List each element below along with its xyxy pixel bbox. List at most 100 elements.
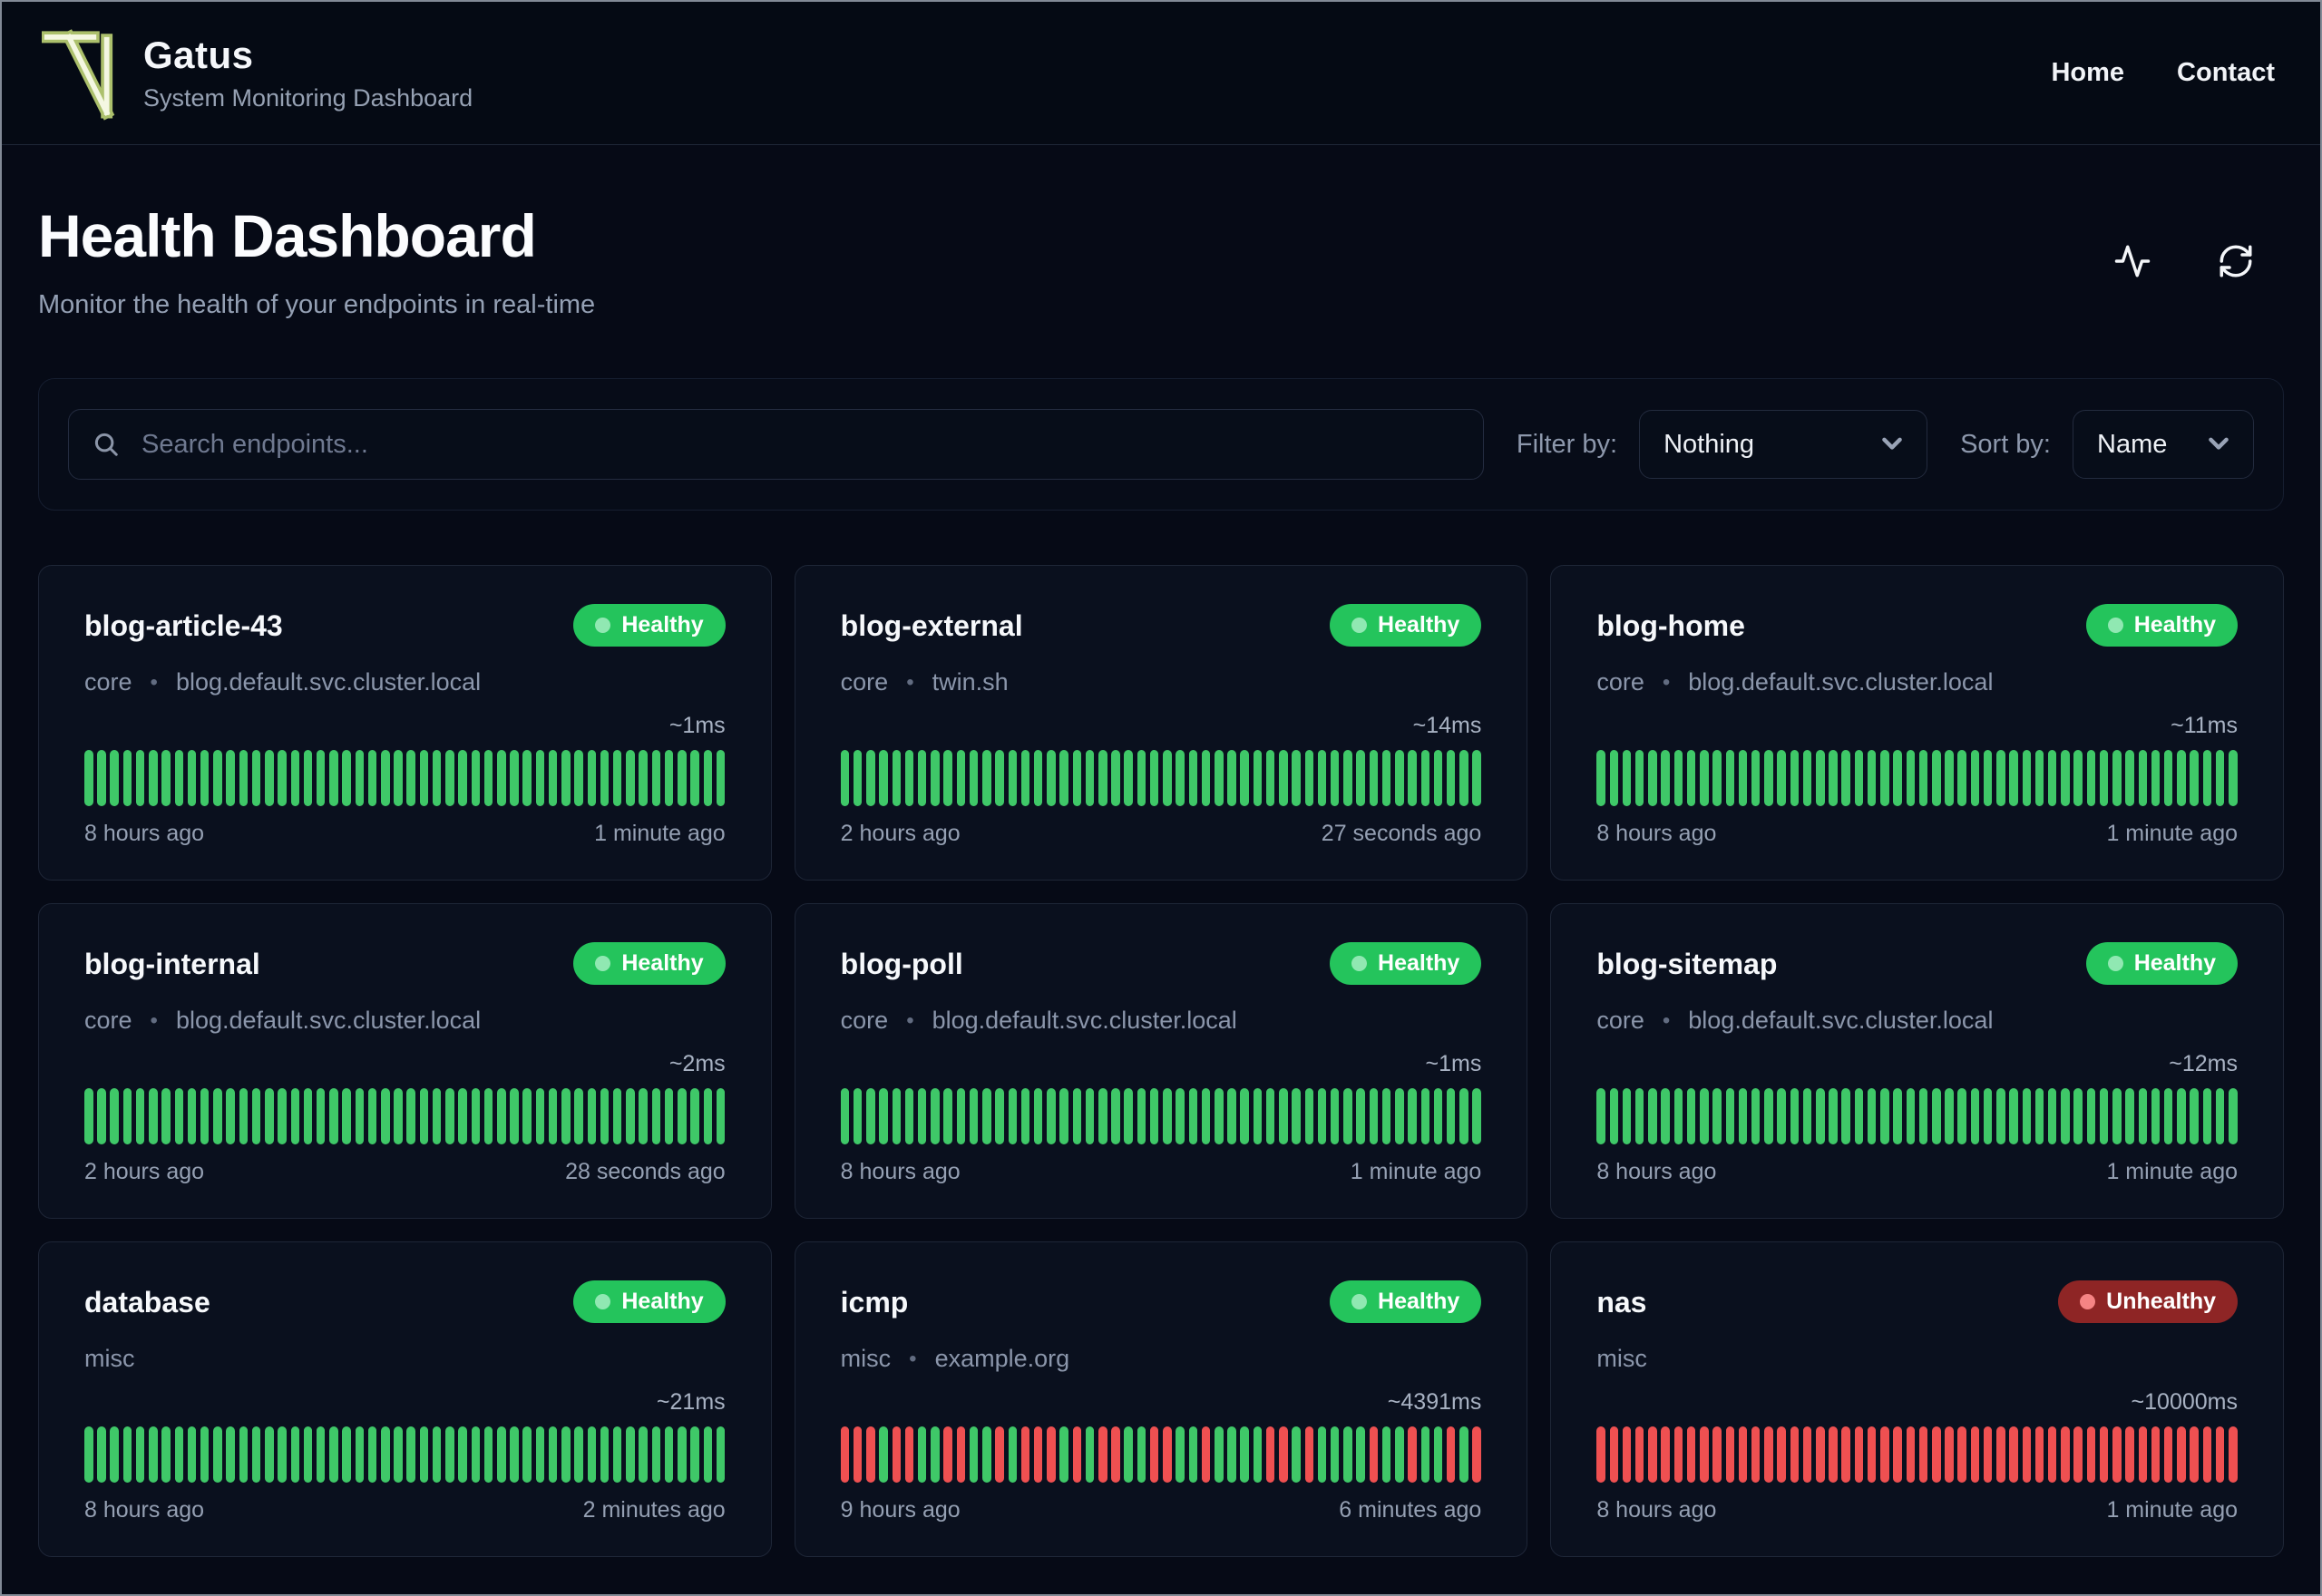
search-input[interactable] — [140, 428, 1459, 461]
uptime-bars[interactable] — [84, 1426, 726, 1483]
endpoint-card[interactable]: blog-poll Healthy core • blog.default.sv… — [794, 903, 1528, 1219]
uptime-bar-up — [1433, 1426, 1443, 1483]
uptime-bar-up — [394, 1426, 403, 1483]
uptime-bar-up — [2086, 750, 2096, 806]
uptime-bars[interactable] — [84, 750, 726, 806]
uptime-bar-up — [445, 1426, 454, 1483]
uptime-bar-up — [1841, 750, 1850, 806]
uptime-bar-up — [1829, 750, 1838, 806]
endpoint-name: blog-poll — [840, 948, 963, 980]
uptime-bars[interactable] — [1596, 750, 2238, 806]
newest-timestamp: 27 seconds ago — [1321, 821, 1482, 846]
app-window: Gatus System Monitoring Dashboard Home C… — [0, 0, 2322, 1596]
uptime-bar-up — [1292, 750, 1301, 806]
uptime-bar-up — [612, 1426, 622, 1483]
uptime-bars[interactable] — [840, 1426, 1482, 1483]
uptime-bar-up — [1098, 1088, 1107, 1144]
uptime-bar-up — [931, 750, 940, 806]
endpoint-card[interactable]: blog-article-43 Healthy core • blog.defa… — [38, 565, 772, 881]
uptime-bar-up — [174, 1088, 184, 1144]
uptime-bar-up — [1802, 1088, 1812, 1144]
uptime-bar-up — [1176, 1088, 1185, 1144]
uptime-bar-up — [587, 750, 597, 806]
uptime-bar-up — [161, 750, 171, 806]
endpoint-card[interactable]: database Healthy misc ~21ms 8 hours ago … — [38, 1241, 772, 1557]
uptime-bar-up — [853, 750, 863, 806]
uptime-bar-up — [278, 1426, 287, 1483]
endpoint-latency: ~2ms — [668, 1051, 726, 1076]
uptime-bar-up — [1188, 1426, 1198, 1483]
status-label: Healthy — [2133, 612, 2216, 637]
uptime-bar-up — [432, 1088, 442, 1144]
uptime-bar-up — [1279, 750, 1288, 806]
gatus-logo-icon — [42, 28, 115, 121]
uptime-bar-up — [122, 750, 132, 806]
sort-select[interactable]: Name — [2073, 410, 2254, 479]
endpoint-card[interactable]: blog-sitemap Healthy core • blog.default… — [1550, 903, 2284, 1219]
oldest-timestamp: 2 hours ago — [84, 1159, 205, 1184]
uptime-bar-up — [2009, 1088, 2018, 1144]
endpoint-timerange: 8 hours ago 1 minute ago — [1596, 821, 2238, 847]
uptime-bar-up — [1596, 750, 1605, 806]
uptime-bar-down — [2073, 1426, 2083, 1483]
uptime-bar-up — [917, 750, 927, 806]
uptime-bar-up — [1751, 750, 1761, 806]
uptime-bars[interactable] — [84, 1088, 726, 1144]
uptime-bar-up — [445, 750, 454, 806]
filter-select[interactable]: Nothing — [1639, 410, 1928, 479]
newest-timestamp: 2 minutes ago — [582, 1497, 726, 1523]
endpoint-card[interactable]: blog-internal Healthy core • blog.defaul… — [38, 903, 772, 1219]
endpoint-group: core — [1596, 1007, 1644, 1034]
refresh-icon[interactable] — [2217, 242, 2255, 280]
uptime-bar-up — [187, 1088, 197, 1144]
endpoint-timerange: 9 hours ago 6 minutes ago — [841, 1497, 1482, 1523]
uptime-bar-up — [943, 1088, 952, 1144]
uptime-bar-up — [1253, 750, 1263, 806]
uptime-bars[interactable] — [840, 750, 1482, 806]
uptime-bar-up — [2190, 1088, 2199, 1144]
uptime-bar-down — [2125, 1426, 2134, 1483]
uptime-bar-down — [2047, 1426, 2057, 1483]
uptime-bar-up — [2112, 750, 2122, 806]
uptime-bar-up — [1279, 1088, 1288, 1144]
uptime-bar-up — [626, 750, 635, 806]
uptime-bar-down — [2009, 1426, 2018, 1483]
uptime-bar-up — [600, 750, 610, 806]
uptime-bar-up — [2177, 1088, 2186, 1144]
endpoint-latency: ~10000ms — [2131, 1389, 2238, 1415]
newest-timestamp: 28 seconds ago — [565, 1159, 726, 1184]
chevron-down-icon — [1882, 437, 1902, 450]
uptime-bars[interactable] — [1596, 1088, 2238, 1144]
uptime-bar-up — [1369, 750, 1379, 806]
uptime-bar-up — [1764, 1088, 1773, 1144]
nav-contact-link[interactable]: Contact — [2177, 58, 2275, 88]
uptime-bar-up — [1253, 1426, 1263, 1483]
nav-home-link[interactable]: Home — [2051, 58, 2124, 88]
uptime-bar-up — [381, 1088, 390, 1144]
uptime-bar-up — [1253, 1088, 1263, 1144]
uptime-bars[interactable] — [1596, 1426, 2238, 1483]
endpoint-card[interactable]: blog-home Healthy core • blog.default.sv… — [1550, 565, 2284, 881]
uptime-bar-up — [1227, 1088, 1236, 1144]
uptime-bar-up — [840, 750, 850, 806]
uptime-bar-down — [1764, 1426, 1773, 1483]
activity-icon[interactable] — [2113, 242, 2151, 280]
uptime-bar-up — [1880, 750, 1889, 806]
uptime-bar-up — [265, 1088, 274, 1144]
uptime-bar-up — [1163, 750, 1172, 806]
uptime-bar-up — [2215, 1088, 2225, 1144]
uptime-bar-up — [316, 1088, 326, 1144]
uptime-bar-up — [2125, 1088, 2134, 1144]
meta-separator: • — [150, 1007, 158, 1033]
uptime-bar-up — [1420, 1088, 1429, 1144]
endpoint-latency: ~12ms — [2169, 1051, 2238, 1076]
uptime-bar-up — [1408, 750, 1417, 806]
uptime-bar-up — [1970, 1088, 1980, 1144]
endpoint-card[interactable]: icmp Healthy misc • example.org ~4391ms … — [794, 1241, 1528, 1557]
status-dot-icon — [2107, 956, 2123, 971]
endpoint-card[interactable]: nas Unhealthy misc ~10000ms 8 hours ago … — [1550, 1241, 2284, 1557]
uptime-bars[interactable] — [840, 1088, 1482, 1144]
status-label: Healthy — [1378, 950, 1460, 976]
endpoint-grid: blog-article-43 Healthy core • blog.defa… — [38, 565, 2284, 1557]
endpoint-card[interactable]: blog-external Healthy core • twin.sh ~14… — [794, 565, 1528, 881]
